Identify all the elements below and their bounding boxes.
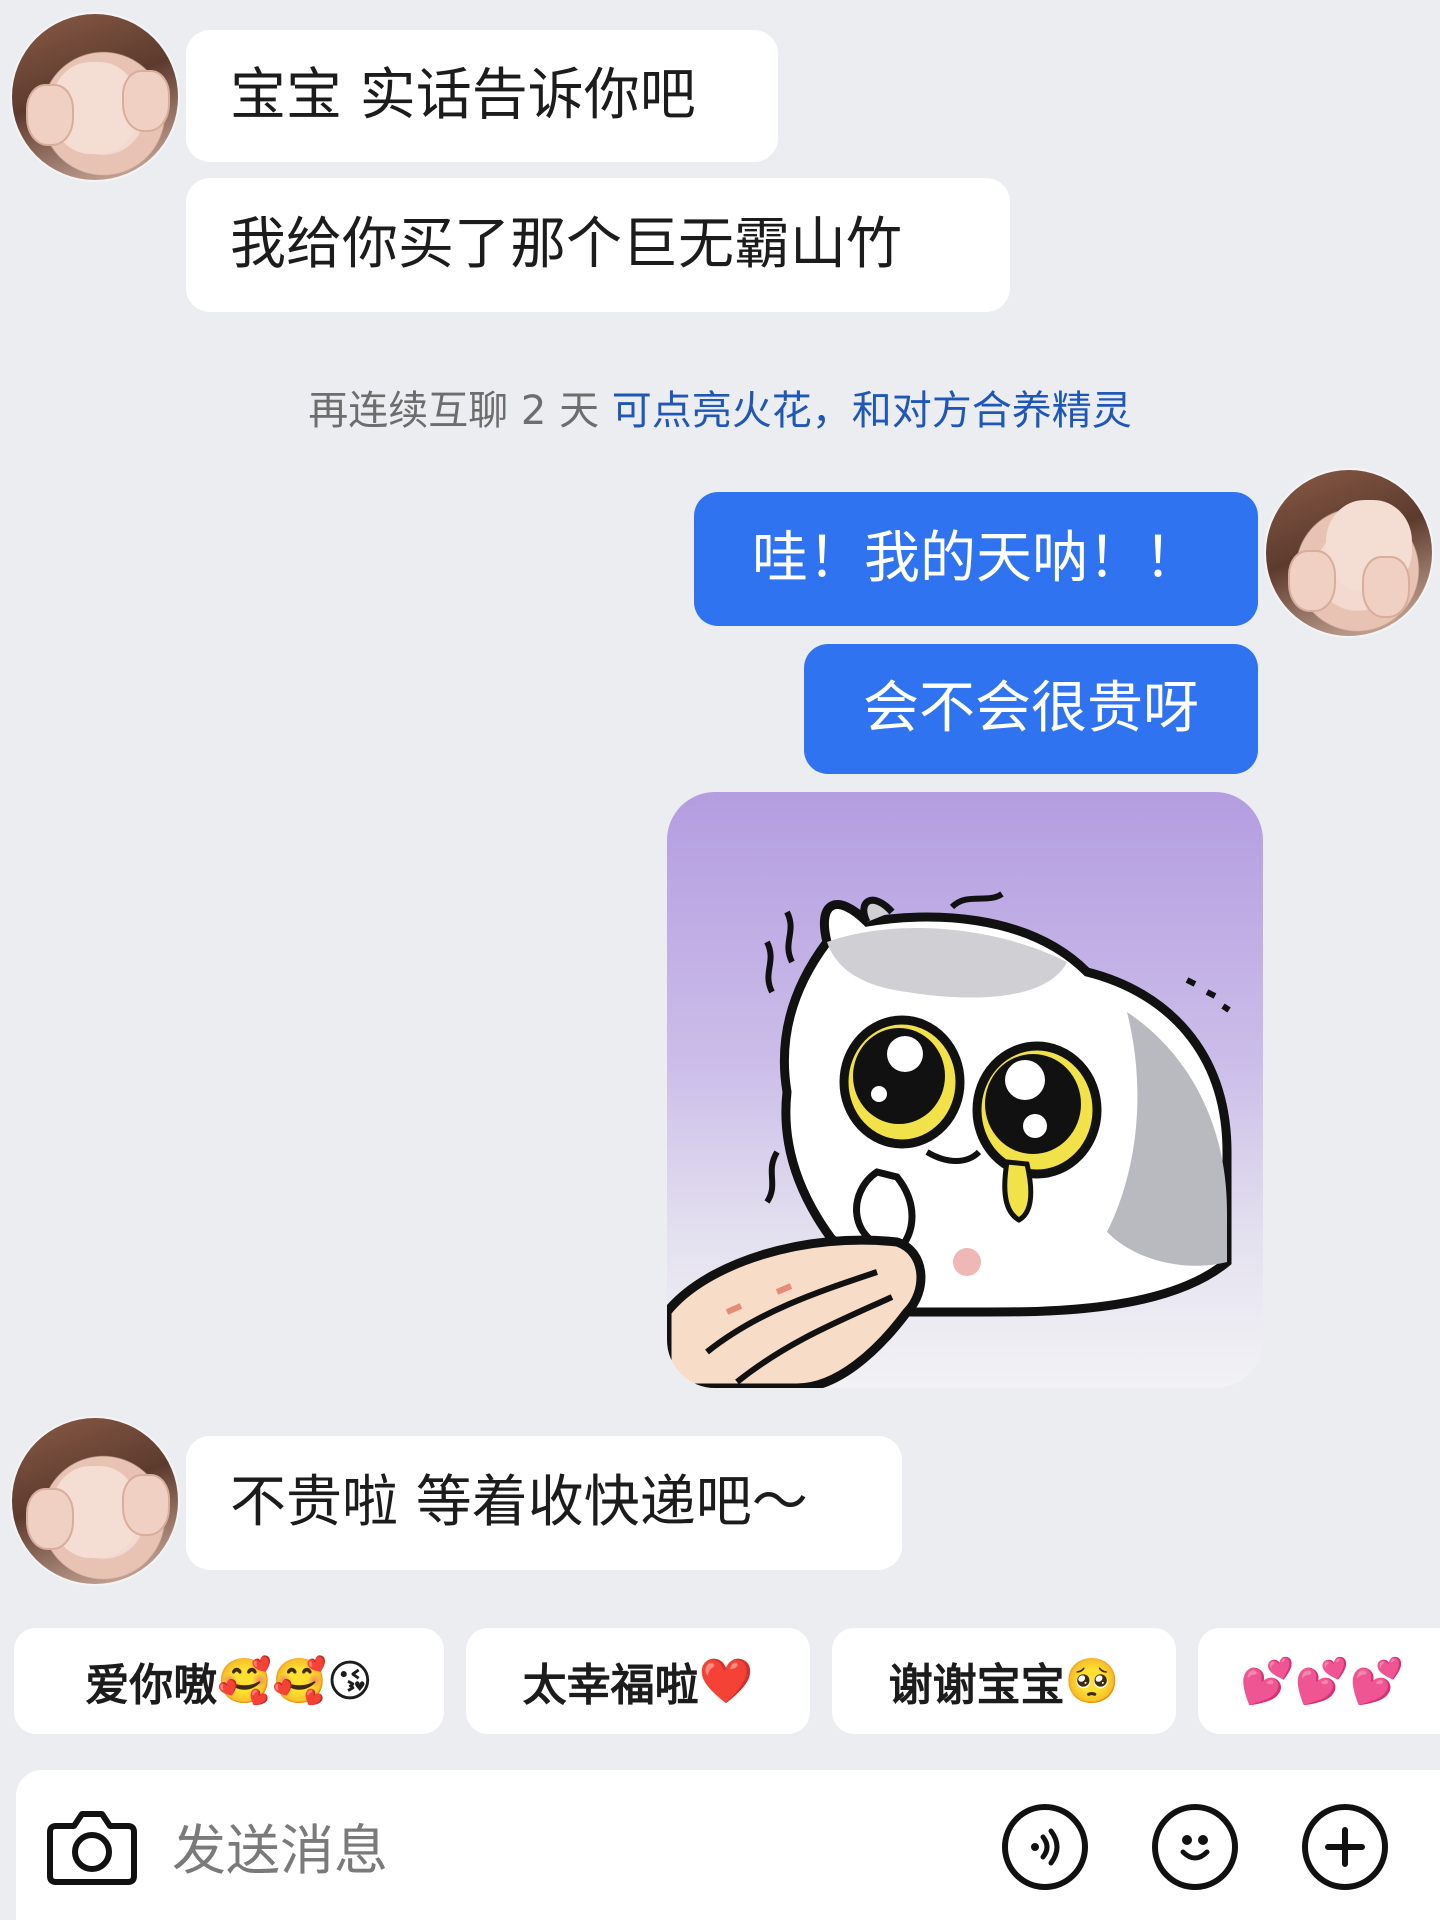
message-text: 不贵啦 等着收快递吧～ bbox=[230, 1470, 808, 1535]
quick-reply-chip[interactable]: 爱你嗷 🥰🥰😘 bbox=[14, 1628, 444, 1734]
crying-cat-icon bbox=[667, 891, 1232, 1388]
message-text: 我给你买了那个巨无霸山竹 bbox=[230, 212, 902, 277]
message-text: 哇！我的天呐！！ bbox=[752, 526, 1200, 591]
streak-notice-text: 再连续互聊 2 天 bbox=[308, 388, 612, 434]
quick-reply-emoji: 💕💕💕 bbox=[1240, 1656, 1405, 1707]
quick-reply-text: 谢谢宝宝 bbox=[888, 1660, 1065, 1711]
plus-icon[interactable] bbox=[1302, 1804, 1388, 1890]
quick-reply-text: 爱你嗷 bbox=[85, 1660, 218, 1711]
message-text: 会不会很贵呀 bbox=[863, 676, 1199, 741]
emoji-icon[interactable] bbox=[1152, 1804, 1238, 1890]
quick-reply-chip[interactable]: 谢谢宝宝 🥺 bbox=[832, 1628, 1176, 1734]
message-bubble-incoming[interactable]: 宝宝 实话告诉你吧 bbox=[186, 30, 778, 162]
message-bubble-outgoing[interactable]: 哇！我的天呐！！ bbox=[694, 492, 1258, 626]
message-composer: 发送消息 bbox=[16, 1770, 1440, 1920]
message-bubble-incoming[interactable]: 我给你买了那个巨无霸山竹 bbox=[186, 178, 1010, 312]
message-bubble-incoming[interactable]: 不贵啦 等着收快递吧～ bbox=[186, 1436, 902, 1570]
voice-icon[interactable] bbox=[1002, 1804, 1088, 1890]
quick-reply-chip[interactable]: 太幸福啦 ❤️ bbox=[466, 1628, 810, 1734]
streak-notice-link[interactable]: 可点亮火花，和对方合养精灵 bbox=[612, 388, 1132, 434]
camera-icon[interactable] bbox=[46, 1806, 138, 1886]
message-bubble-outgoing[interactable]: 会不会很贵呀 bbox=[804, 644, 1258, 774]
message-input[interactable]: 发送消息 bbox=[172, 1770, 388, 1920]
contact-avatar[interactable] bbox=[12, 14, 178, 180]
quick-reply-emoji: 🥰🥰😘 bbox=[217, 1656, 373, 1707]
quick-reply-emoji: ❤️ bbox=[698, 1656, 754, 1707]
quick-reply-chip[interactable]: 💕💕💕 bbox=[1198, 1628, 1440, 1734]
streak-notice: 再连续互聊 2 天 可点亮火花，和对方合养精灵 bbox=[0, 378, 1440, 436]
quick-reply-text: 太幸福啦 bbox=[522, 1660, 699, 1711]
message-text: 宝宝 实话告诉你吧 bbox=[230, 63, 696, 128]
crying-cat-sticker[interactable] bbox=[667, 792, 1263, 1388]
my-avatar[interactable] bbox=[1266, 470, 1432, 636]
quick-reply-emoji: 🥺 bbox=[1064, 1656, 1120, 1707]
contact-avatar[interactable] bbox=[12, 1418, 178, 1584]
message-input-placeholder: 发送消息 bbox=[172, 1818, 388, 1882]
